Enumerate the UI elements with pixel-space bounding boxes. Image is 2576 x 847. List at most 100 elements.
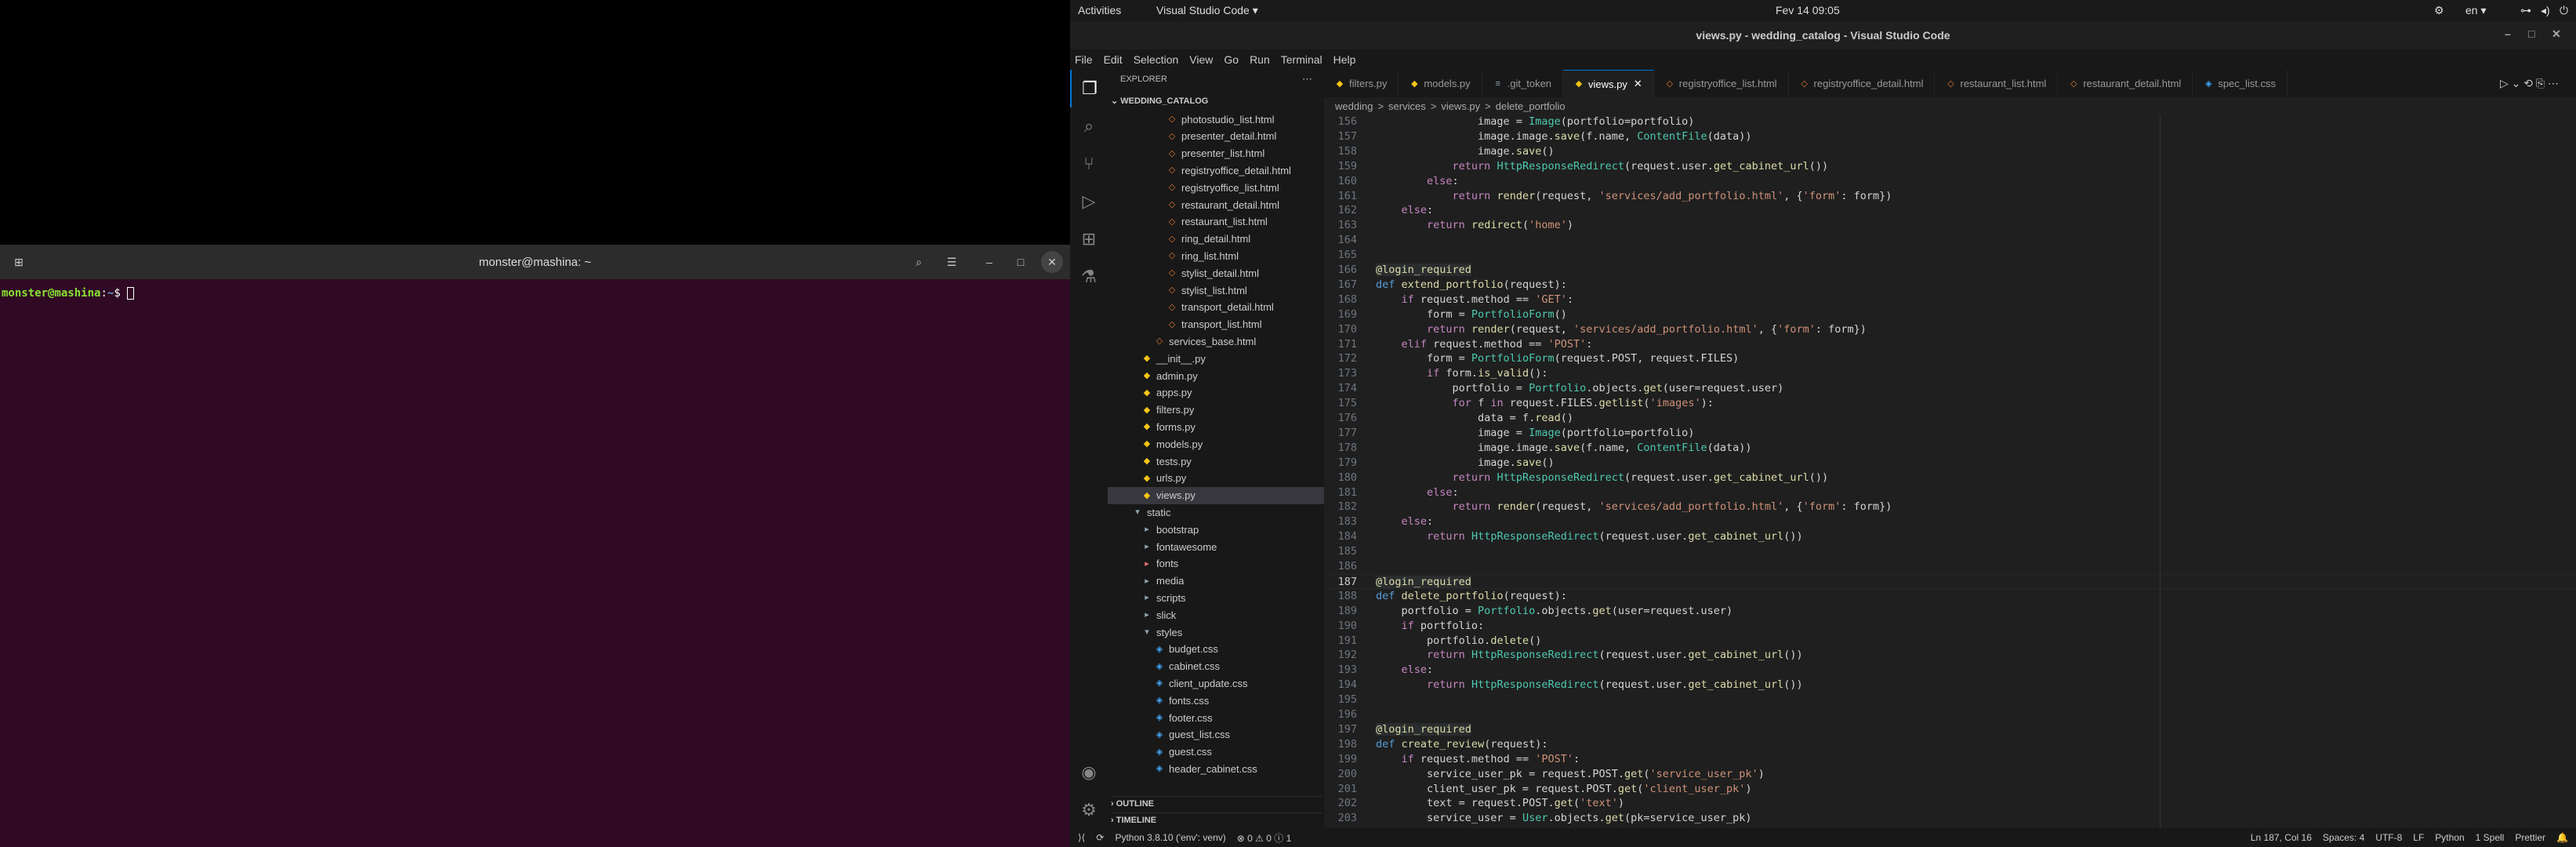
code-line[interactable]: 165 — [1324, 248, 2576, 263]
tab-registryoffice-detail-html[interactable]: ◇ registryoffice_detail.html — [1789, 70, 1936, 97]
prettier[interactable]: Prettier — [2515, 832, 2545, 843]
tree-item[interactable]: ▸ fontawesome — [1108, 538, 1324, 555]
settings-icon[interactable]: ⚙ — [2434, 4, 2444, 17]
remote-icon[interactable]: ⟩⟨ — [1078, 832, 1085, 843]
tree-item[interactable]: ▸ fonts — [1108, 555, 1324, 573]
tree-item[interactable]: ◈ header_cabinet.css — [1108, 760, 1324, 777]
tree-item[interactable]: ◆ admin.py — [1108, 367, 1324, 384]
code-line[interactable]: 177 image = Image(portfolio=portfolio) — [1324, 426, 2576, 441]
code-line[interactable]: 169 form = PortfolioForm() — [1324, 307, 2576, 322]
testing-icon[interactable]: ⚗ — [1070, 258, 1108, 296]
tab-models-py[interactable]: ◆ models.py — [1399, 70, 1482, 97]
tree-item[interactable]: ◆ __init__.py — [1108, 350, 1324, 367]
maximize-icon[interactable]: □ — [1010, 251, 1032, 273]
tree-item[interactable]: ◇ transport_list.html — [1108, 316, 1324, 333]
tree-item[interactable]: ◈ guest_list.css — [1108, 726, 1324, 743]
window-titlebar[interactable]: views.py - wedding_catalog - Visual Stud… — [1070, 21, 2576, 49]
code-line[interactable]: 200 service_user_pk = request.POST.get('… — [1324, 767, 2576, 782]
tree-item[interactable]: ◈ client_update.css — [1108, 674, 1324, 692]
menu-edit[interactable]: Edit — [1104, 53, 1123, 66]
code-line[interactable]: 180 return HttpResponseRedirect(request.… — [1324, 471, 2576, 485]
app-menu[interactable]: Visual Studio Code ▾ — [1156, 4, 1258, 17]
code-line[interactable]: 201 client_user_pk = request.POST.get('c… — [1324, 782, 2576, 797]
code-line[interactable]: 189 portfolio = Portfolio.objects.get(us… — [1324, 604, 2576, 619]
menu-file[interactable]: File — [1075, 53, 1093, 66]
minimize-icon[interactable]: – — [978, 251, 1000, 273]
tree-item[interactable]: ◇ photostudio_list.html — [1108, 111, 1324, 128]
close-icon[interactable]: ✕ — [2552, 27, 2561, 41]
maximize-icon[interactable]: □ — [2528, 27, 2534, 40]
search-icon[interactable]: ⌕ — [1070, 107, 1108, 145]
language-indicator[interactable]: en ▾ — [2465, 4, 2487, 17]
close-icon[interactable]: ✕ — [1041, 251, 1063, 273]
code-line[interactable]: 184 return HttpResponseRedirect(request.… — [1324, 529, 2576, 544]
terminal-header[interactable]: ⊞ monster@mashina: ~ ⌕ ☰ – □ ✕ — [0, 245, 1070, 279]
tree-item[interactable]: ◈ budget.css — [1108, 641, 1324, 658]
activities-button[interactable]: Activities — [1078, 4, 1121, 16]
menu-selection[interactable]: Selection — [1134, 53, 1179, 66]
code-line[interactable]: 179 image.save() — [1324, 456, 2576, 471]
tree-item[interactable]: ◆ apps.py — [1108, 384, 1324, 402]
code-line[interactable]: 168 if request.method == 'GET': — [1324, 293, 2576, 307]
breadcrumb-item[interactable]: delete_portfolio — [1496, 100, 1566, 112]
new-tab-icon[interactable]: ⊞ — [8, 251, 30, 273]
code-line[interactable]: 183 else: — [1324, 514, 2576, 529]
sync-icon[interactable]: ⟳ — [1096, 832, 1104, 843]
breadcrumb-item[interactable]: services — [1388, 100, 1426, 112]
tree-item[interactable]: ◆ models.py — [1108, 435, 1324, 453]
outline-section[interactable]: › OUTLINE — [1111, 796, 1322, 809]
tree-item[interactable]: ▸ media — [1108, 573, 1324, 590]
code-line[interactable]: 174 portfolio = Portfolio.objects.get(us… — [1324, 381, 2576, 396]
code-line[interactable]: 186 — [1324, 559, 2576, 574]
code-line[interactable]: 185 — [1324, 544, 2576, 559]
tree-item[interactable]: ◇ presenter_list.html — [1108, 145, 1324, 162]
volume-icon[interactable]: ◂) — [2541, 4, 2550, 17]
code-line[interactable]: 167 def extend_portfolio(request): — [1324, 278, 2576, 293]
terminal-window[interactable]: ⊞ monster@mashina: ~ ⌕ ☰ – □ ✕ monster@m… — [0, 245, 1070, 847]
code-line[interactable]: 175 for f in request.FILES.getlist('imag… — [1324, 396, 2576, 411]
clock[interactable]: Fev 14 09:05 — [1776, 4, 1840, 16]
breadcrumb-item[interactable]: wedding — [1335, 100, 1373, 112]
run-debug-icon[interactable]: ▷ — [1070, 183, 1108, 220]
code-line[interactable]: 191 portfolio.delete() — [1324, 634, 2576, 649]
tab-filters-py[interactable]: ◆ filters.py — [1324, 70, 1399, 97]
tree-item[interactable]: ▸ slick — [1108, 606, 1324, 623]
tree-item[interactable]: ◈ footer.css — [1108, 709, 1324, 726]
tree-item[interactable]: ◇ ring_detail.html — [1108, 231, 1324, 248]
code-editor[interactable]: 156 image = Image(portfolio=portfolio) 15… — [1324, 115, 2576, 828]
tree-item[interactable]: ◆ urls.py — [1108, 470, 1324, 487]
code-line[interactable]: 159 return HttpResponseRedirect(request.… — [1324, 159, 2576, 174]
code-line[interactable]: 187 @login_required — [1324, 573, 2576, 589]
code-line[interactable]: 162 else: — [1324, 203, 2576, 218]
tree-item[interactable]: ▸ scripts — [1108, 589, 1324, 606]
tree-item[interactable]: ◇ stylist_detail.html — [1108, 264, 1324, 282]
power-icon[interactable]: ⏻ — [2560, 4, 2568, 17]
tab-restaurant-detail-html[interactable]: ◇ restaurant_detail.html — [2058, 70, 2193, 97]
notifications-icon[interactable]: 🔔 — [2556, 832, 2568, 843]
minimize-icon[interactable]: – — [2505, 27, 2511, 40]
code-line[interactable]: 196 — [1324, 707, 2576, 722]
code-line[interactable]: 170 return render(request, 'services/add… — [1324, 322, 2576, 337]
source-control-icon[interactable]: ⑂ — [1070, 145, 1108, 183]
menu-help[interactable]: Help — [1333, 53, 1356, 66]
tree-item[interactable]: ▾ styles — [1108, 623, 1324, 641]
code-line[interactable]: 171 elif request.method == 'POST': — [1324, 337, 2576, 352]
tree-item[interactable]: ◇ restaurant_detail.html — [1108, 196, 1324, 213]
code-line[interactable]: 202 text = request.POST.get('text') — [1324, 796, 2576, 811]
code-line[interactable]: 176 data = f.read() — [1324, 411, 2576, 426]
terminal-body[interactable]: monster@mashina:~$ — [0, 279, 1070, 847]
menu-go[interactable]: Go — [1224, 53, 1239, 66]
extensions-icon[interactable]: ⊞ — [1070, 220, 1108, 258]
tree-item[interactable]: ◇ ring_list.html — [1108, 247, 1324, 264]
code-line[interactable]: 199 if request.method == 'POST': — [1324, 752, 2576, 767]
tree-item[interactable]: ◇ presenter_detail.html — [1108, 128, 1324, 145]
tab-spec-list-css[interactable]: ◈ spec_list.css — [2193, 70, 2288, 97]
code-line[interactable]: 182 return render(request, 'services/add… — [1324, 500, 2576, 514]
tab-registryoffice-list-html[interactable]: ◇ registryoffice_list.html — [1654, 70, 1789, 97]
tree-item[interactable]: ▸ bootstrap — [1108, 521, 1324, 538]
tree-item[interactable]: ◆ views.py — [1108, 486, 1324, 504]
code-line[interactable]: 197 @login_required — [1324, 722, 2576, 737]
tree-item[interactable]: ◆ filters.py — [1108, 402, 1324, 419]
tree-item[interactable]: ◈ cabinet.css — [1108, 658, 1324, 675]
explorer-icon[interactable]: ❐ — [1070, 70, 1108, 107]
